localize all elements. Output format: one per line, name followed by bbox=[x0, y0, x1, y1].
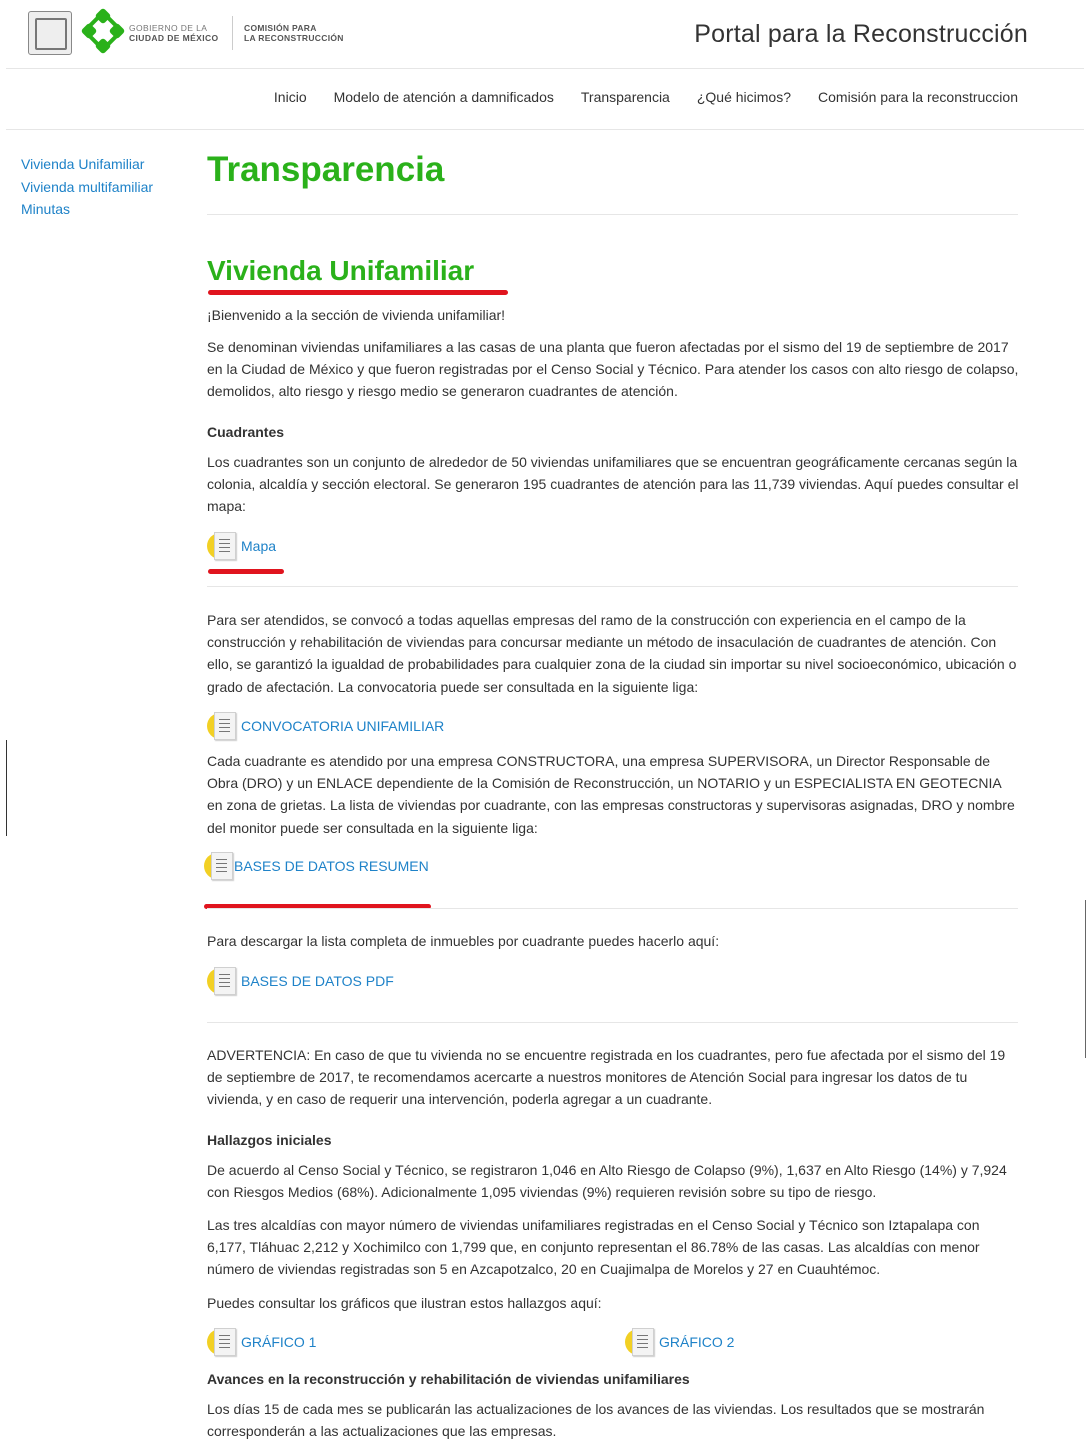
cuadrantes-heading: Cuadrantes bbox=[207, 424, 285, 440]
main-nav: Inicio Modelo de atención a damnificados… bbox=[6, 69, 1084, 130]
link-bases-pdf[interactable]: BASES DE DATOS PDF bbox=[207, 965, 394, 997]
avances-heading: Avances en la reconstrucción y rehabilit… bbox=[207, 1371, 690, 1387]
cuadrantes-paragraph: Los cuadrantes son un conjunto de alrede… bbox=[207, 454, 1019, 515]
gov-line2: CIUDAD DE MÉXICO bbox=[129, 33, 219, 43]
advertencia-paragraph: ADVERTENCIA: En caso de que tu vivienda … bbox=[207, 1047, 1006, 1108]
nav-item-transparencia[interactable]: Transparencia bbox=[581, 89, 670, 105]
link-grafico-1[interactable]: GRÁFICO 1 bbox=[207, 1326, 316, 1358]
link-mapa-label[interactable]: Mapa bbox=[241, 538, 276, 554]
section-title: Vivienda Unifamiliar bbox=[207, 255, 475, 286]
logo-divider bbox=[232, 16, 233, 50]
document-icon bbox=[207, 1326, 237, 1358]
document-icon bbox=[207, 530, 237, 562]
reconstruction-logo-icon[interactable] bbox=[80, 8, 126, 56]
document-icon bbox=[204, 850, 234, 882]
document-icon bbox=[625, 1326, 655, 1358]
hallazgos-paragraph-2: Las tres alcaldías con mayor número de v… bbox=[207, 1217, 980, 1278]
cdmx-seal-icon[interactable] bbox=[28, 11, 72, 55]
sidebar-item-minutas[interactable]: Minutas bbox=[21, 198, 153, 221]
commission-wordmark: COMISIÓN PARA LA RECONSTRUCCIÓN bbox=[244, 23, 344, 43]
divider bbox=[207, 908, 1018, 909]
nav-item-modelo-atencion[interactable]: Modelo de atención a damnificados bbox=[334, 89, 554, 105]
red-annotation-underline bbox=[208, 290, 508, 295]
link-grafico-2[interactable]: GRÁFICO 2 bbox=[625, 1326, 734, 1358]
sidebar-item-vivienda-unifamiliar[interactable]: Vivienda Unifamiliar bbox=[21, 153, 153, 176]
hallazgos-heading: Hallazgos iniciales bbox=[207, 1132, 332, 1148]
nav-item-que-hicimos[interactable]: ¿Qué hicimos? bbox=[697, 89, 791, 105]
nav-item-inicio[interactable]: Inicio bbox=[274, 89, 307, 105]
intro-paragraph: Se denominan viviendas unifamiliares a l… bbox=[207, 339, 1019, 400]
descargar-paragraph: Para descargar la lista completa de inmu… bbox=[207, 933, 720, 949]
red-annotation-underline bbox=[208, 569, 284, 574]
link-bases-resumen-label[interactable]: BASES DE DATOS RESUMEN bbox=[234, 858, 429, 874]
gov-line1: GOBIERNO DE LA bbox=[129, 23, 208, 33]
divider bbox=[207, 586, 1018, 587]
link-grafico-1-label[interactable]: GRÁFICO 1 bbox=[241, 1334, 316, 1350]
divider bbox=[207, 214, 1018, 215]
convocatoria-paragraph: Para ser atendidos, se convocó a todas a… bbox=[207, 612, 1017, 695]
link-bases-pdf-label[interactable]: BASES DE DATOS PDF bbox=[241, 973, 394, 989]
gov-wordmark: GOBIERNO DE LA CIUDAD DE MÉXICO bbox=[129, 23, 219, 43]
link-convocatoria-unifamiliar[interactable]: CONVOCATORIA UNIFAMILIAR bbox=[207, 710, 444, 742]
right-edge-mark bbox=[1085, 900, 1086, 1058]
link-bases-resumen[interactable]: BASES DE DATOS RESUMEN bbox=[204, 850, 429, 882]
cuadrante-team-paragraph: Cada cuadrante es atendido por una empre… bbox=[207, 753, 1015, 836]
com-line1: COMISIÓN PARA bbox=[244, 23, 317, 33]
nav-item-comision[interactable]: Comisión para la reconstruccion bbox=[818, 89, 1018, 105]
link-mapa[interactable]: Mapa bbox=[207, 530, 276, 562]
graficos-paragraph: Puedes consultar los gráficos que ilustr… bbox=[207, 1295, 602, 1311]
document-icon bbox=[207, 710, 237, 742]
left-edge-mark bbox=[6, 740, 7, 836]
site-header: GOBIERNO DE LA CIUDAD DE MÉXICO COMISIÓN… bbox=[6, 0, 1084, 69]
avances-paragraph: Los días 15 de cada mes se publicarán la… bbox=[207, 1401, 985, 1440]
document-icon bbox=[207, 965, 237, 997]
portal-title[interactable]: Portal para la Reconstrucción bbox=[694, 20, 1028, 49]
sidebar: Vivienda Unifamiliar Vivienda multifamil… bbox=[21, 153, 153, 221]
com-line2: LA RECONSTRUCCIÓN bbox=[244, 33, 344, 43]
link-grafico-2-label[interactable]: GRÁFICO 2 bbox=[659, 1334, 734, 1350]
divider bbox=[207, 1022, 1018, 1023]
page-title: Transparencia bbox=[207, 150, 445, 189]
hallazgos-paragraph-1: De acuerdo al Censo Social y Técnico, se… bbox=[207, 1162, 1007, 1201]
sidebar-item-vivienda-multifamiliar[interactable]: Vivienda multifamiliar bbox=[21, 176, 153, 199]
link-convocatoria-label[interactable]: CONVOCATORIA UNIFAMILIAR bbox=[241, 718, 444, 734]
welcome-text: ¡Bienvenido a la sección de vivienda uni… bbox=[207, 307, 506, 323]
